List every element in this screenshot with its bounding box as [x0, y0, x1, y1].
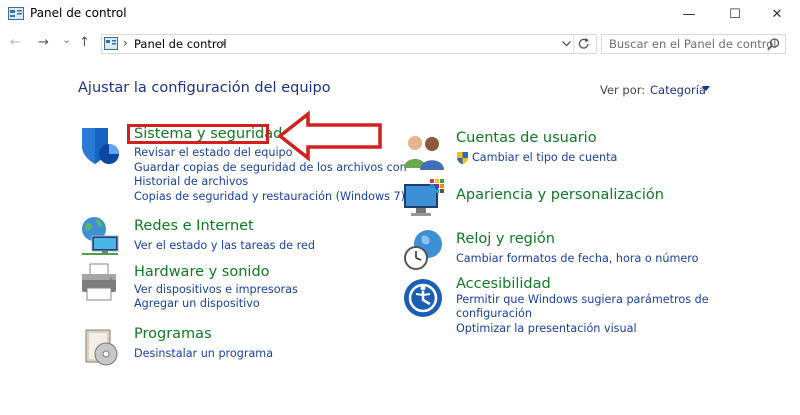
- printer-icon: [82, 263, 116, 301]
- chevron-right-icon: ›: [123, 36, 128, 50]
- view-by-label: Ver por:: [600, 83, 646, 97]
- annotation-arrow-icon: [277, 110, 382, 162]
- search-icon[interactable]: [767, 38, 780, 51]
- link-windows-suggest-settings[interactable]: Permitir que Windows sugiera parámetros …: [456, 293, 709, 308]
- search-placeholder: Buscar en el Panel de control: [609, 37, 777, 51]
- link-add-device[interactable]: Agregar un dispositivo: [134, 297, 260, 312]
- category-appearance-personalization[interactable]: Apariencia y personalización: [456, 187, 664, 203]
- chevron-right-icon[interactable]: ›: [221, 36, 226, 50]
- maximize-button[interactable]: ☐: [712, 0, 758, 28]
- category-user-accounts[interactable]: Cuentas de usuario: [456, 130, 597, 146]
- close-button[interactable]: ✕: [754, 0, 800, 28]
- link-review-computer-status[interactable]: Revisar el estado del equipo: [134, 146, 293, 161]
- link-optimize-visual-display[interactable]: Optimizar la presentación visual: [456, 322, 637, 337]
- link-devices-printers[interactable]: Ver dispositivos e impresoras: [134, 283, 298, 298]
- window-title: Panel de control: [30, 6, 127, 20]
- control-panel-icon: [8, 7, 24, 20]
- category-accessibility[interactable]: Accesibilidad: [456, 276, 551, 292]
- recent-locations-button[interactable]: ⌄: [62, 33, 71, 46]
- up-button[interactable]: ↑: [79, 35, 90, 50]
- category-clock-region[interactable]: Reloj y región: [456, 231, 555, 247]
- clock-globe-icon: [404, 230, 442, 270]
- programs-disc-icon: [85, 329, 118, 366]
- monitor-palette-icon: [404, 179, 444, 216]
- link-file-history[interactable]: Historial de archivos: [134, 175, 248, 190]
- link-network-status[interactable]: Ver el estado y las tareas de red: [134, 239, 315, 254]
- divider: [573, 35, 574, 53]
- network-globe-icon: [82, 217, 119, 255]
- uac-shield-icon: [457, 152, 468, 165]
- link-change-formats[interactable]: Cambiar formatos de fecha, hora o número: [456, 252, 698, 267]
- minimize-button[interactable]: —: [666, 0, 712, 28]
- refresh-icon[interactable]: [577, 37, 591, 51]
- annotation-highlight-box: [127, 124, 269, 144]
- breadcrumb-control-panel[interactable]: Panel de control: [134, 37, 227, 51]
- forward-button[interactable]: →: [38, 35, 49, 50]
- dropdown-arrow-icon[interactable]: [702, 86, 710, 91]
- control-panel-icon: [104, 37, 118, 50]
- link-backup-restore[interactable]: Copias de seguridad y restauración (Wind…: [134, 190, 405, 205]
- link-windows-suggest-settings-cont[interactable]: configuración: [456, 307, 532, 322]
- shield-icon: [82, 128, 119, 164]
- link-backup-files[interactable]: Guardar copias de seguridad de los archi…: [134, 161, 407, 176]
- category-network-internet[interactable]: Redes e Internet: [134, 218, 254, 234]
- accessibility-icon: [404, 279, 442, 317]
- back-button[interactable]: ←: [10, 35, 21, 50]
- link-change-account-type[interactable]: Cambiar el tipo de cuenta: [472, 151, 617, 166]
- page-title: Ajustar la configuración del equipo: [78, 80, 331, 96]
- link-uninstall-program[interactable]: Desinstalar un programa: [134, 347, 273, 362]
- category-programs[interactable]: Programas: [134, 326, 212, 342]
- chevron-down-icon[interactable]: [562, 41, 571, 47]
- view-by-dropdown[interactable]: Categoría: [650, 83, 706, 97]
- category-hardware-sound[interactable]: Hardware y sonido: [134, 264, 270, 280]
- users-icon: [404, 136, 444, 170]
